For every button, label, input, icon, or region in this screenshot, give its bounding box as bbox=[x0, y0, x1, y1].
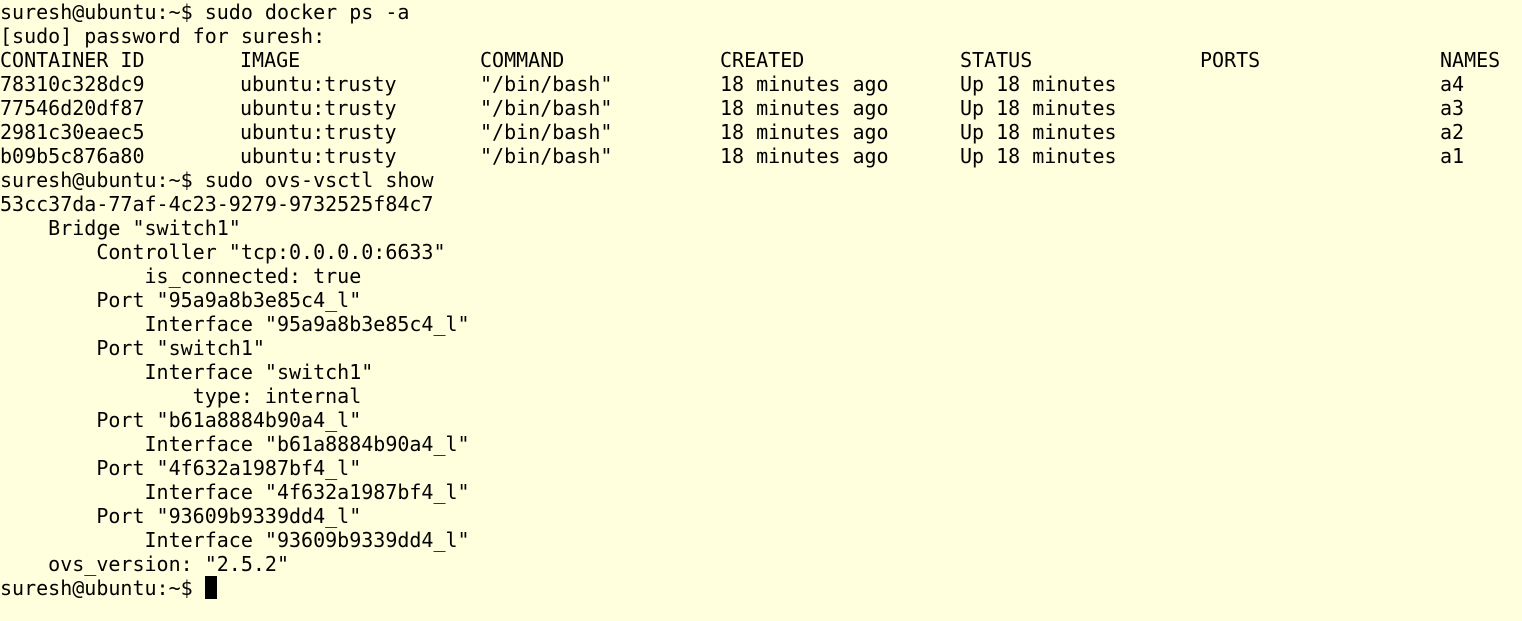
container-image: ubuntu:trusty bbox=[240, 120, 397, 144]
table-row: 2981c30eaec5 ubuntu:trusty "/bin/bash" 1… bbox=[0, 120, 1522, 144]
terminal-window[interactable]: suresh@ubuntu:~$ sudo docker ps -a [sudo… bbox=[0, 0, 1522, 621]
container-status: Up 18 minutes bbox=[960, 120, 1117, 144]
container-status: Up 18 minutes bbox=[960, 144, 1117, 168]
container-created: 18 minutes ago bbox=[720, 96, 889, 120]
command-text: sudo ovs-vsctl show bbox=[204, 168, 434, 192]
docker-table-header: CONTAINER ID IMAGE COMMAND CREATED STATU… bbox=[0, 48, 1522, 72]
ovs-interface: Interface "b61a8884b90a4_l" bbox=[0, 432, 470, 456]
header-command: COMMAND bbox=[480, 48, 565, 72]
command-line: suresh@ubuntu:~$ sudo ovs-vsctl show bbox=[0, 168, 433, 192]
header-created: CREATED bbox=[720, 48, 805, 72]
ovs-interface-type: type: internal bbox=[0, 384, 362, 408]
container-id: 77546d20df87 bbox=[0, 96, 145, 120]
container-command: "/bin/bash" bbox=[480, 72, 613, 96]
container-created: 18 minutes ago bbox=[720, 144, 889, 168]
table-row: 78310c328dc9 ubuntu:trusty "/bin/bash" 1… bbox=[0, 72, 1522, 96]
prompt: suresh@ubuntu:~$ bbox=[0, 0, 193, 24]
sudo-password-prompt: [sudo] password for suresh: bbox=[0, 24, 326, 48]
ovs-is-connected: is_connected: true bbox=[0, 264, 362, 288]
header-image: IMAGE bbox=[240, 48, 301, 72]
command-line: suresh@ubuntu:~$ sudo docker ps -a bbox=[0, 0, 409, 24]
header-names: NAMES bbox=[1440, 48, 1501, 72]
ovs-port: Port "4f632a1987bf4_l" bbox=[0, 456, 362, 480]
container-created: 18 minutes ago bbox=[720, 120, 889, 144]
container-image: ubuntu:trusty bbox=[240, 144, 397, 168]
ovs-interface: Interface "93609b9339dd4_l" bbox=[0, 528, 470, 552]
ovs-controller: Controller "tcp:0.0.0.0:6633" bbox=[0, 240, 446, 264]
container-image: ubuntu:trusty bbox=[240, 72, 397, 96]
container-status: Up 18 minutes bbox=[960, 72, 1117, 96]
container-command: "/bin/bash" bbox=[480, 120, 613, 144]
prompt: suresh@ubuntu:~$ bbox=[0, 168, 193, 192]
ovs-interface: Interface "4f632a1987bf4_l" bbox=[0, 480, 470, 504]
container-id: 2981c30eaec5 bbox=[0, 120, 145, 144]
ovs-uuid: 53cc37da-77af-4c23-9279-9732525f84c7 bbox=[0, 192, 434, 216]
container-id: b09b5c876a80 bbox=[0, 144, 145, 168]
ovs-port: Port "93609b9339dd4_l" bbox=[0, 504, 362, 528]
container-command: "/bin/bash" bbox=[480, 144, 613, 168]
command-text: sudo docker ps -a bbox=[204, 0, 410, 24]
ovs-port: Port "b61a8884b90a4_l" bbox=[0, 408, 362, 432]
ovs-port: Port "95a9a8b3e85c4_l" bbox=[0, 288, 362, 312]
header-status: STATUS bbox=[960, 48, 1033, 72]
container-name: a3 bbox=[1440, 96, 1465, 120]
container-name: a4 bbox=[1440, 72, 1465, 96]
container-command: "/bin/bash" bbox=[480, 96, 613, 120]
cursor bbox=[204, 576, 217, 599]
header-container-id: CONTAINER ID bbox=[0, 48, 145, 72]
container-name: a1 bbox=[1440, 144, 1465, 168]
container-id: 78310c328dc9 bbox=[0, 72, 145, 96]
ovs-interface: Interface "95a9a8b3e85c4_l" bbox=[0, 312, 470, 336]
table-row: b09b5c876a80 ubuntu:trusty "/bin/bash" 1… bbox=[0, 144, 1522, 168]
prompt: suresh@ubuntu:~$ bbox=[0, 576, 193, 600]
container-status: Up 18 minutes bbox=[960, 96, 1117, 120]
ovs-bridge: Bridge "switch1" bbox=[0, 216, 241, 240]
container-image: ubuntu:trusty bbox=[240, 96, 397, 120]
active-prompt-line[interactable]: suresh@ubuntu:~$ bbox=[0, 576, 217, 600]
ovs-interface: Interface "switch1" bbox=[0, 360, 374, 384]
container-name: a2 bbox=[1440, 120, 1465, 144]
header-ports: PORTS bbox=[1200, 48, 1261, 72]
container-created: 18 minutes ago bbox=[720, 72, 889, 96]
ovs-port: Port "switch1" bbox=[0, 336, 265, 360]
table-row: 77546d20df87 ubuntu:trusty "/bin/bash" 1… bbox=[0, 96, 1522, 120]
ovs-version: ovs_version: "2.5.2" bbox=[0, 552, 289, 576]
